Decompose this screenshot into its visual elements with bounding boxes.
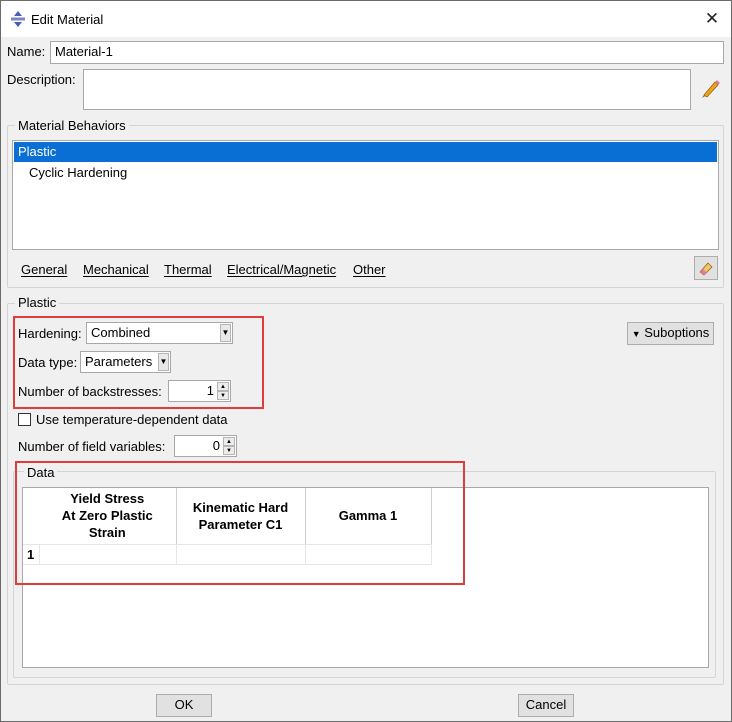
menu-mechanical[interactable]: Mechanical [83, 262, 149, 277]
eraser-icon [699, 262, 713, 276]
dropdown-arrow-icon: ▼ [631, 329, 641, 339]
pencil-edit-icon[interactable] [699, 78, 721, 100]
cancel-button[interactable]: Cancel [518, 694, 574, 717]
highlight-box-data [15, 461, 465, 585]
description-input[interactable] [83, 69, 691, 110]
behavior-item-plastic[interactable]: Plastic [14, 142, 717, 162]
field-variables-value: 0 [212, 438, 220, 453]
behaviors-list[interactable]: Plastic Cyclic Hardening [12, 140, 719, 250]
plastic-group-title: Plastic [15, 295, 60, 310]
title-bar: Edit Material ✕ [1, 1, 731, 37]
menu-other[interactable]: Other [353, 262, 386, 277]
suboptions-button[interactable]: ▼ Suboptions [627, 322, 714, 345]
behavior-item-cyclic-hardening[interactable]: Cyclic Hardening [29, 165, 127, 180]
description-label: Description: [7, 72, 76, 87]
suboptions-label: Suboptions [644, 325, 710, 340]
spin-down-icon[interactable]: ▼ [223, 446, 235, 455]
menu-general[interactable]: General [21, 262, 67, 277]
menu-electrical-magnetic[interactable]: Electrical/Magnetic [227, 262, 336, 277]
name-label: Name: [7, 44, 46, 59]
field-variables-label: Number of field variables: [18, 439, 166, 454]
edit-material-dialog: Edit Material ✕ Name: Material-1 Descrip… [0, 0, 732, 722]
temp-dependent-label: Use temperature-dependent data [36, 412, 228, 427]
spin-up-icon[interactable]: ▲ [223, 437, 235, 446]
highlight-box-parameters [13, 316, 264, 409]
close-icon[interactable]: ✕ [701, 8, 723, 30]
window-title: Edit Material [31, 12, 104, 27]
abaqus-app-icon [11, 11, 25, 27]
ok-button[interactable]: OK [156, 694, 212, 717]
name-input[interactable]: Material-1 [50, 41, 724, 64]
menu-thermal[interactable]: Thermal [164, 262, 212, 277]
temp-dependent-checkbox[interactable] [18, 413, 31, 426]
material-behaviors-title: Material Behaviors [15, 118, 129, 133]
field-variables-spinner[interactable]: 0 ▲ ▼ [174, 435, 237, 457]
eraser-button[interactable] [694, 256, 718, 280]
